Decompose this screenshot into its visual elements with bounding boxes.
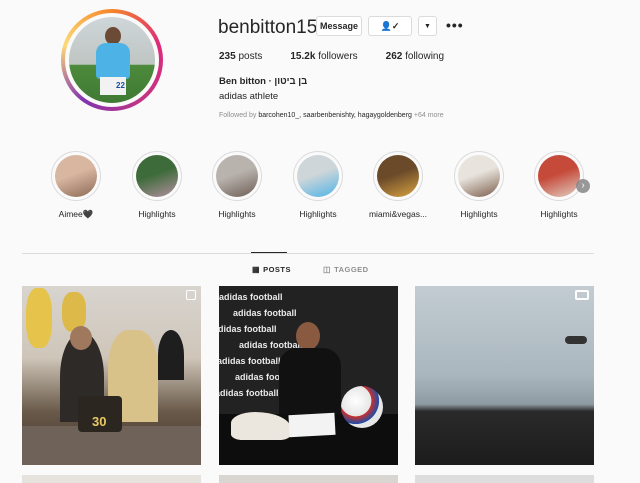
person-figure — [158, 330, 184, 380]
video-icon — [575, 290, 589, 300]
followers-stat[interactable]: 15.2k followers — [290, 51, 357, 62]
highlight-item[interactable]: Highlights — [448, 151, 510, 219]
highlight-label: Highlights — [138, 209, 176, 219]
followers-count: 15.2k — [290, 51, 316, 62]
following-count: 262 — [385, 51, 403, 62]
highlight-item[interactable]: Highlights — [126, 151, 188, 219]
tab-tagged[interactable]: ◫ TAGGED — [323, 265, 369, 274]
profile-username: benbitton15 — [218, 17, 318, 38]
highlight-label: Aimee🖤 — [58, 209, 94, 219]
highlight-item[interactable]: miami&vegas... — [367, 151, 429, 219]
highlight-cover — [458, 155, 500, 197]
person-head — [70, 326, 92, 350]
followed-by-users: barcohen10_, saarbenbenishty, hagaygolde… — [258, 112, 412, 119]
highlight-label: Highlights — [218, 209, 256, 219]
highlight-cover-ring — [293, 151, 343, 201]
highlights-next-button[interactable]: › — [576, 179, 590, 193]
following-stat[interactable]: 262 following — [386, 51, 444, 62]
highlight-label: Highlights — [299, 209, 337, 219]
followed-by[interactable]: Followed by barcohen10_, saarbenbenishty… — [219, 112, 444, 119]
helicopter — [565, 336, 587, 344]
highlight-cover-ring — [132, 151, 182, 201]
tabs-divider — [22, 253, 594, 254]
person-check-icon: 👤✓ — [380, 20, 400, 31]
tab-posts-label: POSTS — [263, 265, 291, 274]
highlight-cover — [136, 155, 178, 197]
multiple-posts-icon — [186, 290, 196, 300]
post-adidas-signing[interactable]: adidas football adidas football adidas f… — [219, 286, 398, 465]
highlight-label: Highlights — [540, 209, 578, 219]
chevron-right-icon: › — [581, 180, 585, 191]
highlight-cover-ring — [373, 151, 423, 201]
person-figure — [279, 322, 341, 414]
posts-label: posts — [238, 51, 263, 62]
football — [341, 386, 383, 428]
highlight-label: miami&vegas... — [368, 209, 428, 219]
highlight-cover-ring — [212, 151, 262, 201]
avatar-player-figure: 22 — [96, 27, 130, 103]
followers-label: followers — [318, 51, 358, 62]
post-video[interactable] — [415, 286, 594, 465]
message-button[interactable]: Message — [316, 16, 362, 36]
posts-stat: 235 posts — [219, 51, 262, 62]
following-button[interactable]: 👤✓ — [368, 16, 412, 36]
suggested-dropdown-button[interactable]: ▼ — [418, 16, 437, 36]
tag-icon: ◫ — [323, 265, 332, 274]
highlight-cover-ring — [534, 151, 584, 201]
post-birthday[interactable]: 30 — [22, 286, 201, 465]
highlight-item[interactable]: Aimee🖤 — [45, 151, 107, 220]
highlight-item[interactable]: Highlights — [287, 151, 349, 219]
following-label: following — [405, 51, 445, 62]
backdrop-text: adidas football — [219, 292, 283, 302]
backdrop-text: adidas football — [233, 308, 297, 318]
cake-number: 30 — [92, 414, 107, 429]
highlight-cover-ring — [454, 151, 504, 201]
highlight-cover — [377, 155, 419, 197]
profile-avatar[interactable]: 22 — [61, 9, 163, 111]
more-options-button[interactable]: ••• — [446, 17, 464, 33]
grid-icon: ▦ — [252, 265, 261, 274]
tab-posts[interactable]: ▦ POSTS — [252, 265, 291, 274]
highlight-cover — [297, 155, 339, 197]
avatar-photo: 22 — [69, 17, 155, 103]
contract-paper — [288, 412, 336, 438]
highlight-label: Highlights — [460, 209, 498, 219]
highlight-item[interactable]: Highlights — [206, 151, 268, 219]
tab-tagged-label: TAGGED — [334, 265, 369, 274]
highlight-cover-ring — [51, 151, 101, 201]
next-row-post[interactable] — [219, 475, 398, 483]
avatar-border: 22 — [65, 13, 159, 107]
highlight-cover — [55, 155, 97, 197]
highlight-cover — [538, 155, 580, 197]
more-dots-icon: ••• — [446, 17, 464, 33]
highlight-cover — [216, 155, 258, 197]
caret-down-icon: ▼ — [424, 22, 431, 30]
posts-count: 235 — [219, 51, 236, 62]
active-tab-indicator — [251, 252, 287, 253]
next-row-post[interactable] — [415, 475, 594, 483]
profile-stats: 235 posts 15.2k followers 262 following — [219, 51, 472, 62]
followed-by-prefix: Followed by — [219, 112, 257, 119]
followed-by-more: +64 more — [413, 112, 444, 119]
profile-bio: adidas athlete — [219, 91, 279, 102]
next-row-post[interactable] — [22, 475, 201, 483]
profile-full-name: Ben bitton · בן ביטון — [219, 76, 308, 87]
balloon-decoration — [26, 288, 52, 348]
